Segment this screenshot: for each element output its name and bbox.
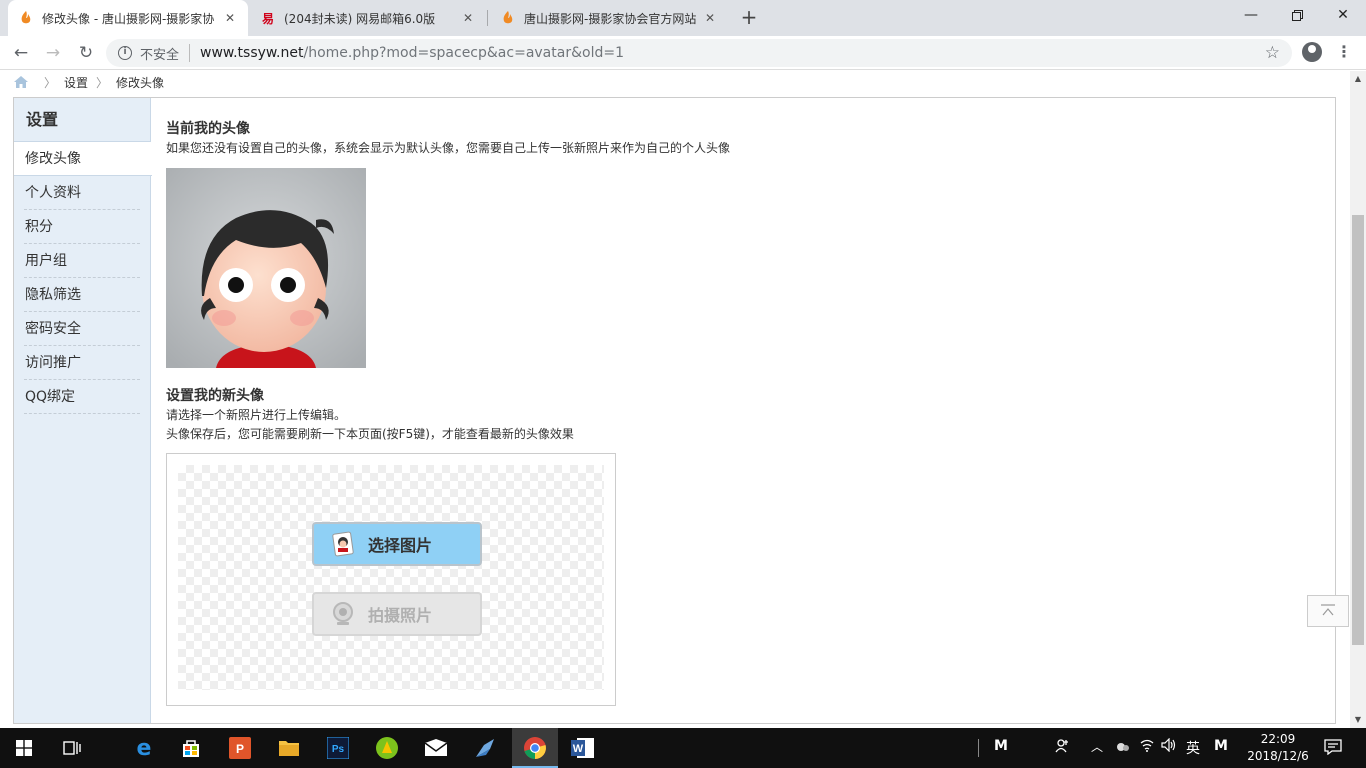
close-tab-icon[interactable]: ✕ — [460, 11, 476, 25]
page-viewport: 〉 设置 〉 修改头像 设置 修改头像 个人资料 积分 用户组 隐私筛选 密码安… — [0, 71, 1350, 728]
home-icon[interactable] — [14, 76, 28, 88]
scroll-thumb[interactable] — [1352, 215, 1364, 645]
sidebar-item-promotion[interactable]: 访问推广 — [24, 346, 140, 380]
scroll-down-arrow-icon[interactable]: ▼ — [1350, 712, 1366, 728]
take-photo-button[interactable]: 拍摄照片 — [312, 592, 482, 636]
tray-separator — [978, 739, 979, 757]
upload-canvas: 选择图片 拍摄照片 — [178, 465, 604, 690]
clock-time: 22:09 — [1260, 732, 1296, 746]
select-image-button[interactable]: 选择图片 — [312, 522, 482, 566]
new-avatar-desc-1: 请选择一个新照片进行上传编辑。 — [166, 408, 347, 422]
tab-mail[interactable]: 易 (204封未读) 网易邮箱6.0版 ✕ — [250, 0, 486, 36]
breadcrumb-current: 修改头像 — [116, 75, 165, 90]
webcam-icon — [333, 602, 353, 625]
current-avatar-title: 当前我的头像 — [166, 121, 250, 137]
store-icon[interactable] — [177, 734, 205, 762]
mail-favicon-icon: 易 — [261, 11, 274, 26]
take-photo-label: 拍摄照片 — [368, 606, 433, 625]
notification-center-icon[interactable] — [1324, 739, 1342, 759]
breadcrumb-settings[interactable]: 设置 — [64, 74, 88, 91]
wifi-icon[interactable] — [1139, 738, 1155, 756]
windows-start-icon[interactable] — [10, 734, 38, 762]
settings-panel: 设置 修改头像 个人资料 积分 用户组 隐私筛选 密码安全 访问推广 QQ绑定 … — [13, 97, 1336, 724]
reload-button[interactable]: ↻ — [74, 41, 98, 65]
tray-expand-icon[interactable]: ︿ — [1091, 738, 1103, 755]
input-method-icon[interactable]: M — [994, 738, 1008, 754]
sidebar-item-usergroup[interactable]: 用户组 — [24, 244, 140, 278]
current-avatar-image — [166, 168, 366, 368]
new-avatar-title: 设置我的新头像 — [166, 388, 264, 404]
tab-home[interactable]: 唐山摄影网-摄影家协会官方网站 ✕ — [490, 0, 728, 36]
ime-language-indicator[interactable]: 英 — [1186, 738, 1200, 758]
presentation-app-icon[interactable]: P — [226, 734, 254, 762]
breadcrumb-separator: 〉 — [44, 75, 57, 90]
svg-text:Ps: Ps — [332, 744, 345, 755]
photoshop-icon[interactable]: Ps — [324, 734, 352, 762]
default-avatar-illustration — [166, 168, 366, 368]
close-tab-icon[interactable]: ✕ — [702, 11, 718, 25]
browser-toolbar: ← → ↻ i 不安全 www.tssyw.net/home.php?mod=s… — [0, 36, 1366, 70]
sidebar-item-qq[interactable]: QQ绑定 — [24, 380, 140, 414]
site-favicon-icon — [500, 10, 516, 26]
file-explorer-icon[interactable] — [275, 734, 303, 762]
breadcrumb-separator: 〉 — [96, 75, 109, 90]
omnibox-divider — [189, 44, 191, 62]
new-tab-button[interactable]: + — [738, 6, 760, 28]
close-tab-icon[interactable]: ✕ — [222, 11, 238, 25]
task-view-icon[interactable] — [58, 734, 86, 762]
site-info-icon[interactable]: i — [118, 46, 132, 60]
restore-button[interactable] — [1274, 0, 1320, 30]
sidebar-item-profile[interactable]: 个人资料 — [24, 176, 140, 210]
sidebar-title: 设置 — [14, 98, 150, 142]
url-host: www.tssyw.net — [200, 45, 304, 61]
current-avatar-desc: 如果您还没有设置自己的头像，系统会显示为默认头像，您需要自己上传一张新照片来作为… — [166, 141, 731, 155]
url-path: /home.php?mod=spacecp&ac=avatar&old=1 — [303, 45, 624, 61]
minimize-button[interactable]: — — [1228, 0, 1274, 30]
player-app-icon[interactable] — [373, 734, 401, 762]
sidebar-item-privacy[interactable]: 隐私筛选 — [24, 278, 140, 312]
chrome-icon[interactable] — [521, 734, 549, 762]
tab-avatar[interactable]: 修改头像 - 唐山摄影网-摄影家协 ✕ — [8, 0, 248, 36]
browser-menu-icon[interactable]: ⋮ — [1336, 42, 1352, 62]
word-icon[interactable]: W — [569, 734, 597, 762]
security-label: 不安全 — [140, 47, 180, 63]
svg-text:P: P — [236, 742, 244, 756]
settings-sidebar: 设置 修改头像 个人资料 积分 用户组 隐私筛选 密码安全 访问推广 QQ绑定 — [14, 98, 152, 723]
profile-avatar-icon[interactable] — [1302, 42, 1322, 62]
sidebar-item-avatar[interactable]: 修改头像 — [14, 142, 152, 176]
windows-taskbar: e P Ps W M ︿ 英 M 22:09 2018/12/6 — [0, 728, 1366, 768]
tab-title: (204封未读) 网易邮箱6.0版 — [284, 11, 436, 26]
new-avatar-desc-2: 头像保存后，您可能需要刷新一下本页面(按F5键)，才能查看最新的头像效果 — [166, 427, 574, 441]
clock-date: 2018/12/6 — [1247, 749, 1309, 763]
mail-app-icon[interactable] — [422, 734, 450, 762]
people-icon[interactable] — [1055, 738, 1071, 758]
svg-text:W: W — [573, 743, 584, 755]
breadcrumb: 〉 设置 〉 修改头像 — [14, 73, 164, 91]
volume-icon[interactable] — [1161, 737, 1177, 756]
address-bar[interactable]: i 不安全 www.tssyw.net/home.php?mod=spacecp… — [106, 39, 1292, 67]
photo-icon — [332, 531, 354, 557]
network-tray-icon[interactable] — [1115, 738, 1131, 758]
scroll-up-arrow-icon[interactable]: ▲ — [1350, 71, 1366, 87]
site-favicon-icon — [18, 10, 34, 26]
back-to-top-button[interactable] — [1307, 595, 1349, 627]
edge-browser-icon[interactable]: e — [130, 734, 158, 762]
tab-separator — [487, 10, 488, 26]
feather-app-icon[interactable] — [471, 734, 499, 762]
select-image-label: 选择图片 — [368, 536, 433, 555]
arrow-up-icon — [1321, 604, 1335, 616]
ime-mode-icon[interactable]: M — [1214, 738, 1228, 754]
avatar-uploader: 选择图片 拍摄照片 — [166, 453, 616, 706]
close-window-button[interactable]: ✕ — [1320, 0, 1366, 30]
system-clock[interactable]: 22:09 2018/12/6 — [1238, 731, 1318, 765]
tab-title: 修改头像 - 唐山摄影网-摄影家协 — [42, 11, 215, 26]
bookmark-star-icon[interactable]: ☆ — [1265, 43, 1280, 63]
forward-button[interactable]: → — [41, 41, 65, 65]
sidebar-item-password[interactable]: 密码安全 — [24, 312, 140, 346]
tab-title: 唐山摄影网-摄影家协会官方网站 — [524, 11, 697, 26]
tab-strip: 修改头像 - 唐山摄影网-摄影家协 ✕ 易 (204封未读) 网易邮箱6.0版 … — [0, 0, 1366, 36]
sidebar-item-credits[interactable]: 积分 — [24, 210, 140, 244]
page-scrollbar[interactable]: ▲ ▼ — [1350, 71, 1366, 728]
back-button[interactable]: ← — [9, 41, 33, 65]
